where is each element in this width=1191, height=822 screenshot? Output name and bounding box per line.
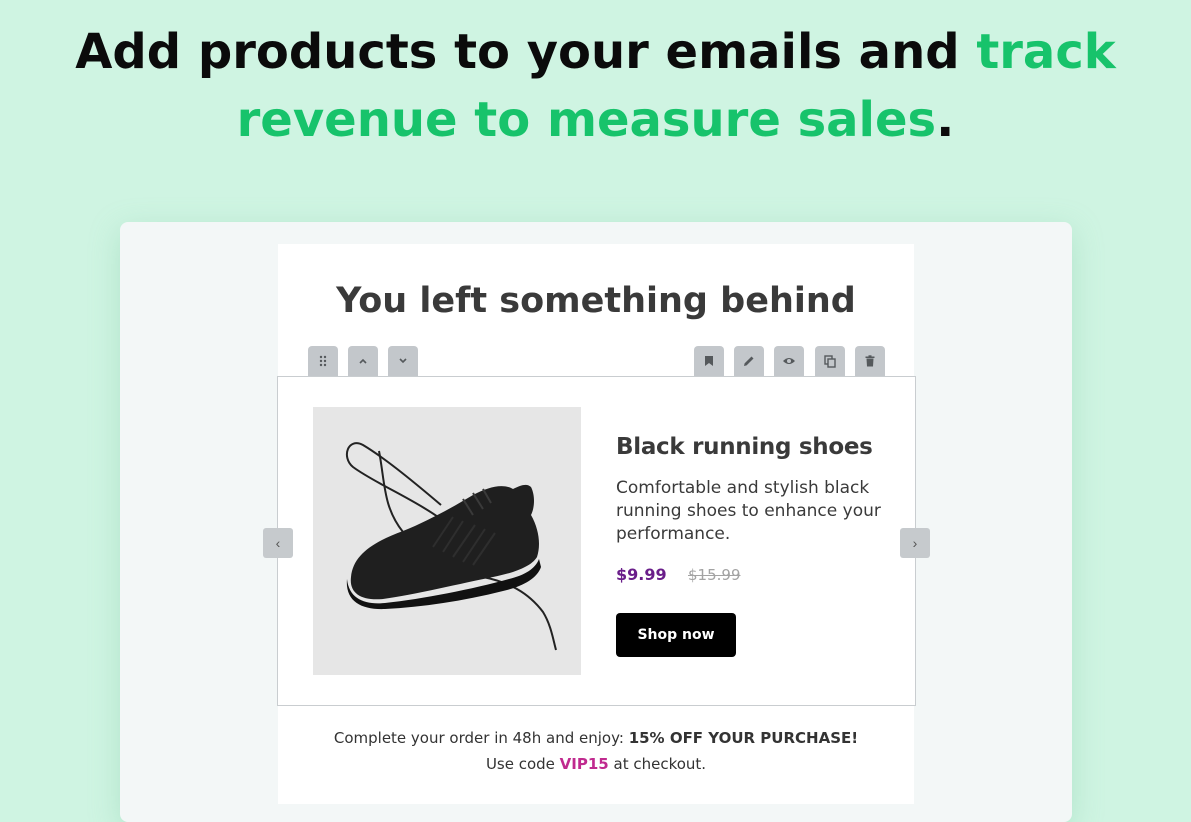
- prev-arrow-button[interactable]: ‹: [263, 528, 293, 558]
- preview-button[interactable]: [774, 346, 804, 376]
- footer-code-suffix: at checkout.: [608, 755, 707, 773]
- edit-button[interactable]: [734, 346, 764, 376]
- duplicate-icon: [824, 354, 836, 368]
- chevron-down-icon: [398, 357, 408, 365]
- product-image: [313, 407, 581, 675]
- next-arrow-button[interactable]: ›: [900, 528, 930, 558]
- headline-text: Add products to your emails and: [75, 24, 977, 80]
- drag-handle-icon: [319, 355, 327, 367]
- shoe-illustration: [345, 442, 557, 651]
- move-down-button[interactable]: [388, 346, 418, 376]
- delete-button[interactable]: [855, 346, 885, 376]
- footer-offer-text: Complete your order in 48h and enjoy:: [333, 729, 629, 747]
- shop-now-button[interactable]: Shop now: [616, 613, 736, 657]
- product-price: $9.99: [616, 565, 667, 584]
- edit-icon: [743, 355, 755, 367]
- chevron-right-icon: ›: [912, 535, 918, 551]
- trash-icon: [865, 355, 875, 367]
- bookmark-icon: [704, 355, 714, 367]
- footer-offer-line: Complete your order in 48h and enjoy: 15…: [278, 729, 914, 747]
- product-old-price: $15.99: [688, 566, 741, 584]
- page-headline: Add products to your emails and track re…: [0, 18, 1191, 154]
- product-name: Black running shoes: [616, 434, 873, 460]
- drag-handle-button[interactable]: [308, 346, 338, 376]
- discount-code: VIP15: [559, 755, 609, 773]
- chevron-up-icon: [358, 357, 368, 365]
- chevron-left-icon: ‹: [275, 535, 281, 551]
- email-title: You left something behind: [336, 281, 856, 321]
- bookmark-button[interactable]: [694, 346, 724, 376]
- footer-code-prefix: Use code: [485, 755, 560, 773]
- move-up-button[interactable]: [348, 346, 378, 376]
- footer-offer-bold: 15% OFF YOUR PURCHASE!: [628, 729, 859, 747]
- eye-icon: [782, 356, 796, 366]
- headline-period: .: [936, 92, 955, 148]
- duplicate-button[interactable]: [815, 346, 845, 376]
- footer-code-line: Use code VIP15 at checkout.: [278, 755, 914, 773]
- product-description: Comfortable and stylish black running sh…: [616, 478, 881, 544]
